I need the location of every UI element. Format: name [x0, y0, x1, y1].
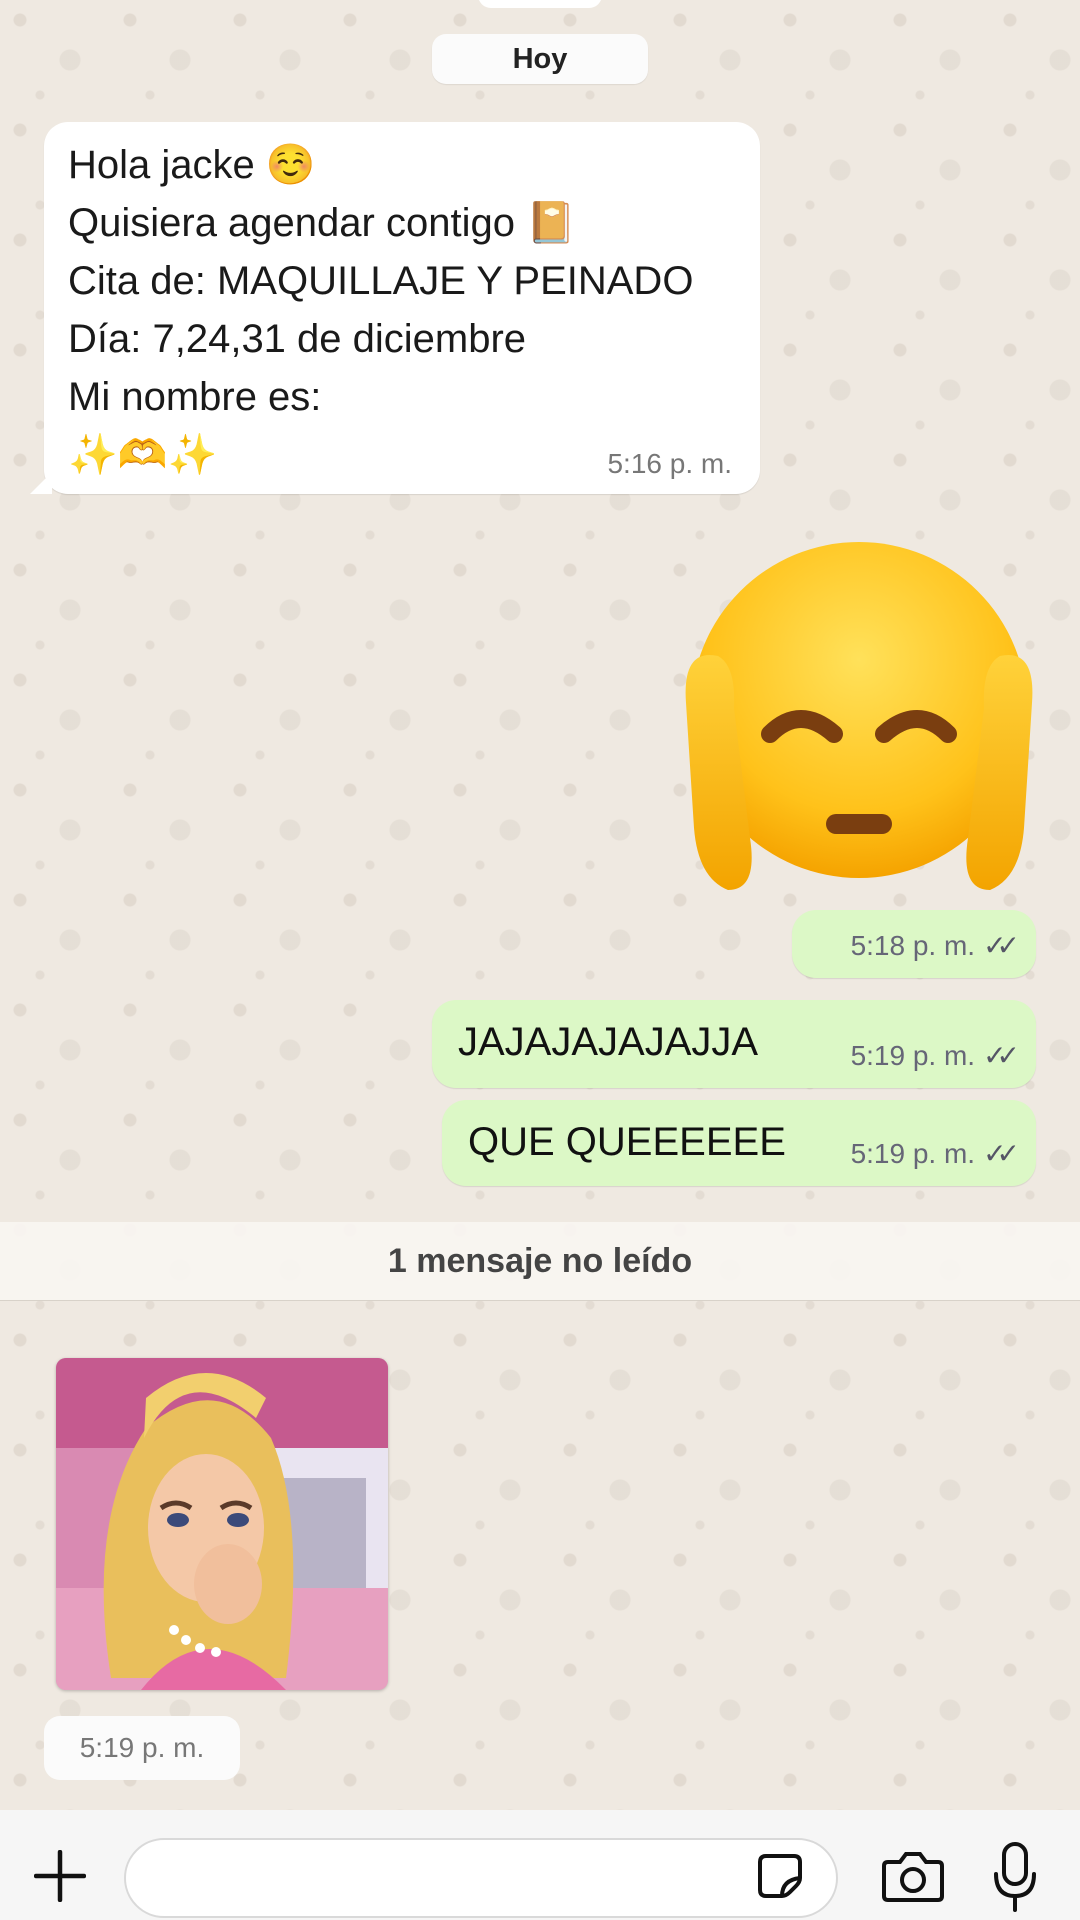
- outgoing-message-bubble[interactable]: QUE QUEEEEEE 5:19 p. m. ✓✓: [442, 1100, 1036, 1186]
- read-ticks-icon: ✓✓: [983, 1138, 1020, 1169]
- message-time: 5:18 p. m.: [850, 929, 976, 961]
- message-line: Quisiera agendar contigo 📔: [68, 201, 576, 245]
- message-time: 5:19 p. m.: [850, 1039, 976, 1071]
- plus-icon[interactable]: [33, 1849, 87, 1903]
- previous-date-chip: [478, 0, 602, 8]
- microphone-icon[interactable]: [992, 1842, 1038, 1912]
- message-meta: 5:19 p. m. ✓✓: [850, 1039, 1020, 1072]
- sticker-icon[interactable]: [756, 1852, 804, 1900]
- message-line: Cita de: MAQUILLAJE Y PEINADO: [68, 259, 694, 303]
- barbie-laughing-sticker[interactable]: [56, 1358, 388, 1690]
- message-line: Mi nombre es:: [68, 375, 322, 419]
- message-line: Hola jacke ☺️: [68, 143, 316, 187]
- outgoing-message-bubble[interactable]: JAJAJAJAJAJJA 5:19 p. m. ✓✓: [432, 1000, 1036, 1088]
- unread-label: 1 mensaje no leído: [387, 1241, 693, 1280]
- message-line: ✨🫶✨: [68, 433, 218, 477]
- message-meta: 5:18 p. m. ✓✓: [850, 929, 1020, 962]
- sticker-time-chip: 5:19 p. m.: [44, 1716, 240, 1780]
- message-time: 5:19 p. m.: [850, 1137, 976, 1169]
- message-text: JAJAJAJAJAJJA: [458, 1020, 759, 1064]
- face-with-hands-over-ears-emoji[interactable]: [678, 538, 1040, 900]
- message-text: QUE QUEEEEEE: [468, 1120, 786, 1164]
- message-line: Día: 7,24,31 de diciembre: [68, 317, 527, 361]
- camera-icon[interactable]: [882, 1850, 944, 1902]
- unread-messages-divider: 1 mensaje no leído: [0, 1222, 1080, 1301]
- message-text-field[interactable]: [124, 1838, 838, 1918]
- message-meta: 5:19 p. m. ✓✓: [850, 1137, 1020, 1170]
- date-separator: Hoy: [432, 34, 648, 84]
- message-time: 5:19 p. m.: [79, 1732, 205, 1763]
- message-text: Hola jacke ☺️ Quisiera agendar contigo 📔…: [68, 136, 693, 484]
- message-time: 5:16 p. m.: [607, 448, 732, 479]
- read-ticks-icon: ✓✓: [983, 1040, 1020, 1071]
- incoming-message-bubble[interactable]: Hola jacke ☺️ Quisiera agendar contigo 📔…: [30, 122, 760, 494]
- outgoing-time-bubble[interactable]: 5:18 p. m. ✓✓: [792, 910, 1036, 978]
- read-ticks-icon: ✓✓: [983, 930, 1020, 961]
- date-label: Hoy: [512, 42, 568, 75]
